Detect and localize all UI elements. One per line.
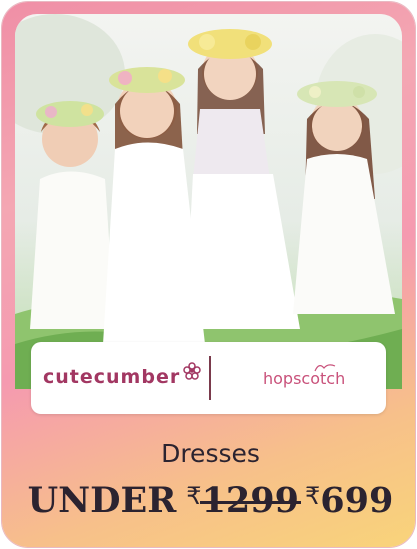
currency-symbol-offer: ₹ xyxy=(305,482,321,510)
original-price: 1299 xyxy=(201,480,299,521)
category-title: Dresses xyxy=(161,439,260,468)
flower-icon xyxy=(183,362,201,380)
offer-price: 699 xyxy=(320,480,394,521)
hopscotch-logo: hopscotch xyxy=(263,369,346,388)
promo-card[interactable]: cutecumber hopscotch Dresses UNDER ₹1299 ₹… xyxy=(2,2,415,547)
price-line: UNDER ₹1299 ₹699 xyxy=(2,480,415,521)
cutecumber-logo: cutecumber xyxy=(43,366,181,388)
girls-in-white-dresses-image xyxy=(15,14,402,389)
currency-symbol: ₹ xyxy=(186,482,202,510)
logo-divider xyxy=(209,356,211,400)
brand-logos-panel: cutecumber hopscotch xyxy=(31,342,386,414)
promo-photo xyxy=(15,14,402,389)
offer-prefix: UNDER xyxy=(27,480,177,521)
